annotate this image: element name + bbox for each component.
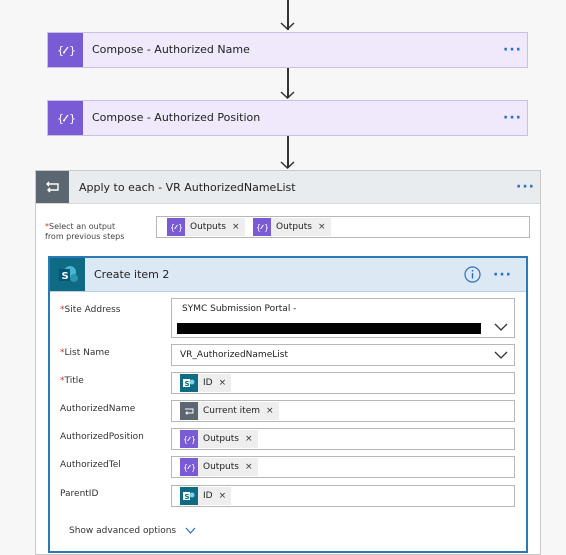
svg-text:}: } bbox=[69, 112, 75, 125]
remove-token-icon[interactable]: × bbox=[318, 222, 326, 232]
id-token[interactable]: S ID × bbox=[180, 487, 232, 505]
remove-token-icon[interactable]: × bbox=[219, 378, 227, 388]
create-item-card: S Create item 2 ··· *Site Address SYMC S… bbox=[48, 256, 528, 553]
card-title: Compose - Authorized Name bbox=[92, 43, 250, 56]
svg-text:{: { bbox=[57, 112, 64, 125]
compose-icon: {} bbox=[180, 458, 198, 476]
svg-text:S: S bbox=[185, 493, 190, 501]
compose-authorized-position-card[interactable]: {} Compose - Authorized Position ··· bbox=[47, 100, 528, 136]
site-address-dropdown[interactable]: SYMC Submission Portal - bbox=[171, 298, 515, 338]
compose-icon: {} bbox=[48, 101, 83, 135]
compose-icon: {} bbox=[48, 33, 83, 67]
svg-text:{: { bbox=[170, 223, 175, 232]
current-item-token[interactable]: Current item × bbox=[180, 402, 279, 420]
apply-to-each-card: Apply to each - VR AuthorizedNameList ··… bbox=[35, 170, 541, 555]
more-options-icon[interactable]: ··· bbox=[516, 180, 535, 194]
authorized-tel-label: AuthorizedTel bbox=[60, 460, 121, 470]
sharepoint-icon: S bbox=[50, 258, 85, 291]
chevron-down-icon bbox=[185, 527, 196, 534]
more-options-icon[interactable]: ··· bbox=[493, 268, 512, 282]
parent-id-label: ParentID bbox=[60, 489, 99, 499]
list-name-label: *List Name bbox=[60, 348, 110, 358]
svg-text:}: } bbox=[264, 223, 268, 232]
svg-text:{: { bbox=[183, 463, 188, 472]
site-address-label: *Site Address bbox=[60, 305, 121, 315]
svg-text:}: } bbox=[191, 463, 195, 472]
create-item-header[interactable]: S Create item 2 ··· bbox=[50, 258, 526, 292]
outputs-token[interactable]: {} Outputs × bbox=[180, 458, 258, 476]
apply-to-each-header[interactable]: Apply to each - VR AuthorizedNameList ··… bbox=[36, 171, 540, 204]
info-icon[interactable] bbox=[464, 266, 481, 283]
svg-text:}: } bbox=[178, 223, 182, 232]
compose-icon: {} bbox=[180, 430, 198, 448]
svg-text:{: { bbox=[183, 435, 188, 444]
select-output-input[interactable]: {} Outputs × {} Outputs × bbox=[156, 216, 530, 238]
list-name-value: VR_AuthorizedNameList bbox=[180, 350, 288, 360]
authorized-name-input[interactable]: Current item × bbox=[171, 400, 515, 422]
list-name-dropdown[interactable]: VR_AuthorizedNameList bbox=[171, 344, 515, 366]
svg-text:{: { bbox=[256, 223, 261, 232]
svg-text:}: } bbox=[191, 435, 195, 444]
card-title: Compose - Authorized Position bbox=[92, 111, 261, 124]
redacted-block bbox=[177, 323, 481, 334]
remove-token-icon[interactable]: × bbox=[232, 222, 240, 232]
show-advanced-options-link[interactable]: Show advanced options bbox=[69, 526, 196, 536]
loop-icon bbox=[36, 171, 69, 203]
sharepoint-icon: S bbox=[180, 487, 198, 505]
authorized-tel-input[interactable]: {} Outputs × bbox=[171, 456, 515, 478]
svg-text:S: S bbox=[61, 271, 68, 282]
outputs-token[interactable]: {} Outputs × bbox=[253, 218, 331, 236]
chevron-down-icon[interactable] bbox=[494, 351, 508, 359]
chevron-down-icon[interactable] bbox=[494, 323, 508, 331]
outputs-token[interactable]: {} Outputs × bbox=[180, 430, 258, 448]
id-token[interactable]: S ID × bbox=[180, 374, 232, 392]
title-label: *Title bbox=[60, 376, 84, 386]
select-output-label: *Select an output from previous steps bbox=[45, 222, 125, 241]
loop-icon bbox=[180, 402, 198, 420]
compose-icon: {} bbox=[167, 218, 185, 236]
compose-authorized-name-card[interactable]: {} Compose - Authorized Name ··· bbox=[47, 32, 528, 68]
remove-token-icon[interactable]: × bbox=[245, 434, 253, 444]
authorized-position-input[interactable]: {} Outputs × bbox=[171, 428, 515, 450]
remove-token-icon[interactable]: × bbox=[245, 462, 253, 472]
parent-id-input[interactable]: S ID × bbox=[171, 485, 515, 507]
card-title: Apply to each - VR AuthorizedNameList bbox=[79, 181, 296, 194]
more-options-icon[interactable]: ··· bbox=[503, 43, 522, 57]
sharepoint-icon: S bbox=[180, 374, 198, 392]
remove-token-icon[interactable]: × bbox=[266, 406, 274, 416]
site-address-value: SYMC Submission Portal - bbox=[182, 304, 297, 314]
svg-text:}: } bbox=[69, 44, 75, 57]
outputs-token[interactable]: {} Outputs × bbox=[167, 218, 245, 236]
svg-text:{: { bbox=[57, 44, 64, 57]
svg-text:S: S bbox=[185, 380, 190, 388]
authorized-position-label: AuthorizedPosition bbox=[60, 432, 144, 442]
compose-icon: {} bbox=[253, 218, 271, 236]
card-title: Create item 2 bbox=[94, 268, 170, 281]
remove-token-icon[interactable]: × bbox=[219, 491, 227, 501]
title-input[interactable]: S ID × bbox=[171, 372, 515, 394]
more-options-icon[interactable]: ··· bbox=[503, 111, 522, 125]
authorized-name-label: AuthorizedName bbox=[60, 404, 136, 414]
